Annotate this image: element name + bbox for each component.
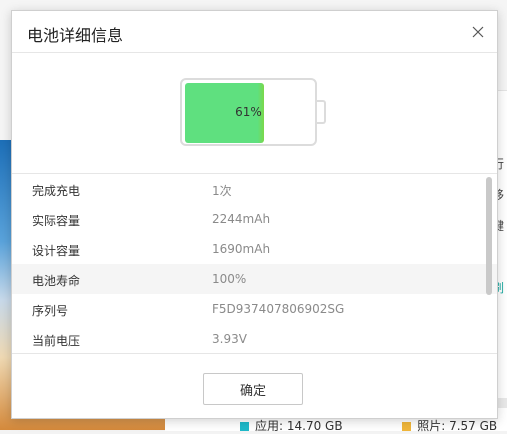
info-label: 设计容量 <box>32 244 81 258</box>
info-row-charge-cycles: 完成充电 1次 <box>12 174 497 204</box>
close-icon <box>472 26 484 38</box>
battery-indicator: 61% <box>180 78 330 148</box>
info-value: 100% <box>212 272 247 286</box>
info-label: 实际容量 <box>32 214 81 228</box>
info-value: 2244mAh <box>212 212 271 226</box>
info-row-serial-number: 序列号 F5D937407806902SG <box>12 294 497 324</box>
battery-percent-label: 61% <box>235 105 262 119</box>
dialog-title: 电池详细信息 <box>27 26 124 45</box>
info-label: 当前电压 <box>32 334 81 348</box>
info-row-battery-health: 电池寿命 100% <box>12 264 497 294</box>
battery-details-dialog: 电池详细信息 61% 完成充电 1次 实际容量 2244mAh 设计容量 169… <box>11 10 498 419</box>
apps-storage-label: 应用: 14.70 GB <box>255 419 343 433</box>
info-label: 电池寿命 <box>32 274 81 288</box>
close-button[interactable] <box>469 23 487 41</box>
info-label: 完成充电 <box>32 184 81 198</box>
info-value: 1次 <box>212 184 232 198</box>
info-row-voltage: 当前电压 3.93V <box>12 324 497 354</box>
info-list-scrollbar[interactable] <box>486 177 492 295</box>
battery-terminal <box>317 100 326 124</box>
ok-button[interactable]: 确定 <box>203 373 303 405</box>
info-row-design-capacity: 设计容量 1690mAh <box>12 234 497 264</box>
info-value: 1690mAh <box>212 242 271 256</box>
photos-storage-label: 照片: 7.57 GB <box>417 419 498 433</box>
info-label: 序列号 <box>32 304 69 318</box>
dialog-footer: 确定 <box>12 353 497 419</box>
dialog-header: 电池详细信息 <box>12 11 497 53</box>
info-value: F5D937407806902SG <box>212 302 345 316</box>
info-row-actual-capacity: 实际容量 2244mAh <box>12 204 497 234</box>
storage-legend: 应用: 14.70 GB 照片: 7.57 GB <box>240 417 497 434</box>
info-value: 3.93V <box>212 332 247 346</box>
battery-info-list: 完成充电 1次 实际容量 2244mAh 设计容量 1690mAh 电池寿命 1… <box>12 173 497 354</box>
